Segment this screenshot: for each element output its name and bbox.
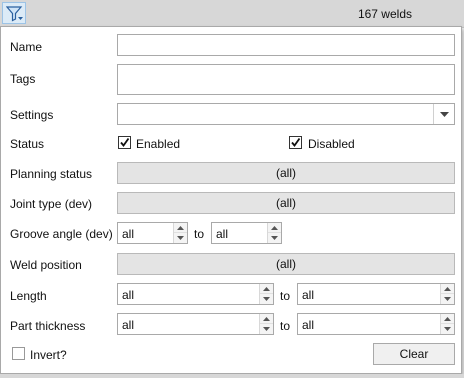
spinner-down-button[interactable]: [441, 294, 454, 304]
settings-dropdown[interactable]: [117, 103, 455, 125]
arrow-up-icon: [263, 287, 270, 291]
spinner-buttons: [440, 314, 454, 334]
enabled-checkbox[interactable]: [118, 136, 131, 149]
tags-input[interactable]: [117, 64, 455, 95]
joint-type-label: Joint type (dev): [10, 197, 93, 211]
length-to-value: all: [302, 288, 315, 302]
spinner-buttons: [259, 314, 273, 334]
groove-angle-from-spinner[interactable]: all: [117, 222, 188, 244]
planning-status-selector[interactable]: (all): [117, 162, 455, 184]
weld-position-label: Weld position: [10, 258, 82, 272]
name-input[interactable]: [117, 34, 455, 56]
weld-position-selector[interactable]: (all): [117, 253, 455, 275]
filter-icon: [6, 6, 23, 22]
part-thickness-to-label: to: [280, 319, 291, 333]
spinner-buttons: [267, 223, 281, 243]
toolbar: 167 welds: [0, 0, 464, 28]
groove-angle-from-value: all: [122, 227, 135, 241]
planning-status-label: Planning status: [10, 167, 93, 181]
enabled-label: Enabled: [136, 137, 181, 151]
spinner-up-button[interactable]: [260, 284, 273, 294]
checkmark-icon: [291, 137, 301, 147]
invert-checkbox[interactable]: [12, 347, 25, 360]
arrow-down-icon: [271, 236, 278, 240]
disabled-checkbox[interactable]: [289, 136, 302, 149]
spinner-up-button[interactable]: [260, 314, 273, 324]
spinner-down-button[interactable]: [174, 233, 187, 243]
arrow-up-icon: [444, 317, 451, 321]
spinner-up-button[interactable]: [441, 284, 454, 294]
part-thickness-from-value: all: [122, 318, 135, 332]
filter-panel: Name Tags Settings Status Enabled Disabl…: [0, 26, 462, 374]
length-to-label: to: [280, 289, 291, 303]
clear-button[interactable]: Clear: [373, 343, 455, 365]
arrow-up-icon: [263, 317, 270, 321]
arrow-down-icon: [444, 297, 451, 301]
spinner-buttons: [440, 284, 454, 304]
part-thickness-to-value: all: [302, 318, 315, 332]
name-label: Name: [10, 40, 43, 54]
part-thickness-to-spinner[interactable]: all: [297, 313, 455, 335]
length-to-spinner[interactable]: all: [297, 283, 455, 305]
groove-angle-label: Groove angle (dev): [10, 227, 113, 241]
filter-dropdown-button[interactable]: [2, 2, 26, 24]
weld-count: 167 welds: [357, 7, 412, 21]
spinner-up-button[interactable]: [174, 223, 187, 233]
length-label: Length: [10, 289, 47, 303]
arrow-down-icon: [263, 327, 270, 331]
groove-angle-to-value: all: [216, 227, 229, 241]
status-label: Status: [10, 137, 45, 151]
chevron-down-icon: [440, 112, 449, 117]
part-thickness-from-spinner[interactable]: all: [117, 313, 274, 335]
groove-angle-to-label: to: [194, 227, 205, 241]
joint-type-selector[interactable]: (all): [117, 192, 455, 214]
spinner-down-button[interactable]: [268, 233, 281, 243]
part-thickness-label: Part thickness: [10, 319, 86, 333]
spinner-up-button[interactable]: [268, 223, 281, 233]
length-from-spinner[interactable]: all: [117, 283, 274, 305]
spinner-down-button[interactable]: [441, 324, 454, 334]
settings-label: Settings: [10, 108, 54, 122]
spinner-up-button[interactable]: [441, 314, 454, 324]
groove-angle-to-spinner[interactable]: all: [211, 222, 282, 244]
tags-label: Tags: [10, 72, 36, 86]
spinner-buttons: [259, 284, 273, 304]
spinner-down-button[interactable]: [260, 294, 273, 304]
length-from-value: all: [122, 288, 135, 302]
spinner-buttons: [173, 223, 187, 243]
spinner-down-button[interactable]: [260, 324, 273, 334]
settings-dropdown-arrow[interactable]: [433, 104, 454, 124]
arrow-up-icon: [271, 226, 278, 230]
invert-label: Invert?: [30, 348, 67, 362]
arrow-down-icon: [444, 327, 451, 331]
arrow-down-icon: [263, 297, 270, 301]
disabled-label: Disabled: [308, 137, 355, 151]
arrow-up-icon: [177, 226, 184, 230]
checkmark-icon: [120, 137, 130, 147]
arrow-down-icon: [177, 236, 184, 240]
background-strip: [0, 374, 464, 378]
arrow-up-icon: [444, 287, 451, 291]
